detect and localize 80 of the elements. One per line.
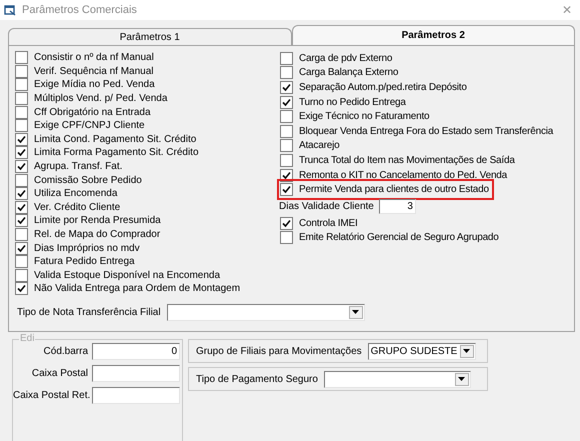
- option-label: Limita Forma Pagamento Sit. Crédito: [34, 146, 199, 160]
- checkbox[interactable]: [280, 139, 293, 152]
- option-label: Utiliza Encomenda: [34, 187, 118, 202]
- field-label: Tipo de Pagamento Seguro: [196, 372, 318, 386]
- checkbox[interactable]: [15, 160, 28, 174]
- option-label: Carga Balança Externo: [299, 66, 398, 80]
- input-field[interactable]: [92, 387, 180, 404]
- option-label: Não Valida Entrega para Ordem de Montagem: [34, 282, 240, 296]
- select-field[interactable]: [166, 304, 365, 321]
- checkbox[interactable]: [15, 214, 28, 228]
- field-label: Dias Validade Cliente: [279, 200, 374, 214]
- checkbox[interactable]: [280, 66, 293, 80]
- checkbox[interactable]: [15, 78, 28, 92]
- option-label: Agrupa. Transf. Fat.: [34, 160, 122, 174]
- checkbox[interactable]: [15, 174, 28, 187]
- select-field[interactable]: [324, 370, 471, 388]
- tab[interactable]: Parâmetros 2: [292, 25, 575, 45]
- option-label: Consistir o nº da nf Manual: [34, 51, 154, 66]
- option-label: Cff Obrigatório na Entrada: [34, 106, 151, 120]
- input-field[interactable]: 3: [378, 198, 416, 214]
- option-label: Exige Mídia no Ped. Venda: [34, 78, 155, 92]
- option-label: Dias Impróprios no mdv: [34, 242, 140, 256]
- option-label: Separação Autom.p/ped.retira Depósito: [299, 80, 467, 95]
- option-label: Carga de pdv Externo: [299, 52, 392, 66]
- option-label: Múltiplos Vend. p/ Ped. Venda: [34, 92, 168, 106]
- checkbox[interactable]: [280, 52, 293, 65]
- checkbox[interactable]: [280, 96, 293, 109]
- option-label: Bloquear Venda Entrega Fora do Estado sem Transferência: [299, 124, 554, 139]
- select-field[interactable]: GRUPO SUDESTE: [368, 342, 476, 360]
- checkbox[interactable]: [280, 231, 293, 244]
- option-label: Rel. de Mapa do Comprador: [34, 228, 160, 242]
- checkbox[interactable]: [280, 183, 293, 196]
- option-label: Ver. Crédito Cliente: [34, 200, 120, 215]
- checkbox[interactable]: [15, 132, 28, 146]
- checkbox[interactable]: [15, 146, 28, 160]
- field-label: Tipo de Nota Transferência Filial: [17, 306, 161, 320]
- option-label: Trunca Total do Item nas Movimentações de Saída: [299, 154, 515, 168]
- option-label: Permite Venda para clientes de outro Estado: [299, 183, 489, 198]
- window-icon: [4, 4, 16, 16]
- field-label: Cód.barra: [42, 345, 89, 359]
- checkbox[interactable]: [15, 255, 28, 268]
- checkbox[interactable]: [15, 187, 28, 200]
- checkbox[interactable]: [15, 200, 28, 214]
- checkbox[interactable]: [280, 124, 293, 138]
- option-label: Limita Cond. Pagamento Sit. Crédito: [34, 132, 196, 147]
- field-label: Caixa Postal Ret.: [13, 389, 92, 403]
- checkmark-icon: [17, 244, 26, 253]
- checkbox[interactable]: [15, 64, 28, 78]
- checkbox[interactable]: [15, 268, 28, 282]
- option-label: Exige Técnico no Faturamento: [299, 110, 430, 124]
- option-label: Verif. Sequência nf Manual: [34, 64, 154, 79]
- option-label: Fatura Pedido Entrega: [34, 255, 135, 270]
- checkbox[interactable]: [280, 154, 293, 167]
- option-label: Emite Relatório Gerencial de Seguro Agrupado: [299, 231, 499, 246]
- tab[interactable]: Parâmetros 1: [8, 28, 292, 45]
- checkbox[interactable]: [15, 51, 28, 64]
- option-label: Limite por Renda Presumida: [34, 214, 161, 228]
- checkbox[interactable]: [15, 242, 28, 255]
- checkbox[interactable]: [15, 228, 28, 242]
- checkbox[interactable]: [280, 80, 293, 94]
- option-label: Remonta o KIT no Cancelamento do Ped. Venda: [299, 168, 508, 183]
- checkbox[interactable]: [15, 106, 28, 119]
- input-field[interactable]: 0: [92, 343, 180, 360]
- option-label: Turno no Pedido Entrega: [299, 96, 406, 110]
- checkbox[interactable]: [15, 282, 28, 296]
- checkbox[interactable]: [280, 110, 293, 124]
- input-field[interactable]: [92, 365, 180, 382]
- option-label: Atacarejo: [299, 139, 340, 154]
- option-label: Comissão Sobre Pedido: [34, 174, 142, 188]
- checkbox[interactable]: [15, 92, 28, 106]
- field-label: Caixa Postal: [30, 367, 89, 381]
- checkbox[interactable]: [280, 216, 293, 230]
- checkmark-icon: [282, 218, 291, 228]
- window-title: Parâmetros Comerciais: [22, 2, 138, 18]
- option-label: Controla IMEI: [299, 216, 358, 231]
- checkbox[interactable]: [15, 119, 28, 132]
- option-label: Valida Estoque Disponível na Encomenda: [34, 268, 220, 283]
- checkmark-icon: [17, 284, 26, 294]
- option-label: Exige CPF/CNPJ Cliente: [34, 119, 145, 134]
- field-label: Grupo de Filiais para Movimentações: [196, 344, 362, 358]
